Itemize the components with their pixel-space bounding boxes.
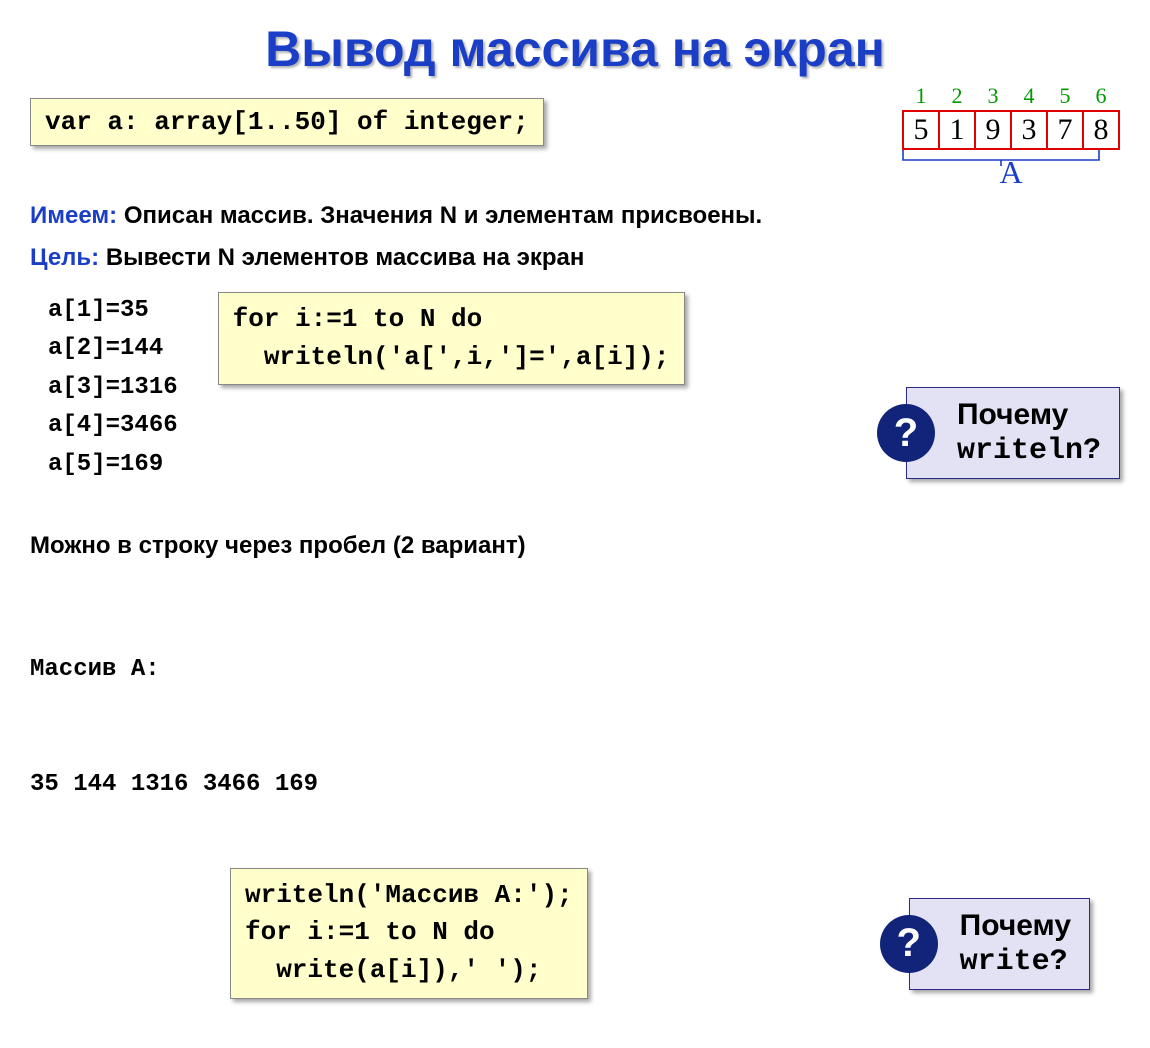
question-mark-icon: ? — [880, 915, 938, 973]
question-mark-icon: ? — [877, 404, 935, 462]
bracket-icon — [901, 148, 1101, 166]
callout-code-text: write? — [960, 945, 1068, 979]
goal-text: Вывести N элементов массива на экран — [106, 244, 585, 271]
array-cell: 8 — [1083, 111, 1119, 149]
callout-text: Почему — [957, 398, 1068, 431]
variant2-heading: Можно в строку через пробел (2 вариант) — [30, 532, 1120, 560]
question-callout-write: ? Почему write? — [909, 898, 1090, 990]
have-line: Имеем: Описан массив. Значения N и элеме… — [30, 202, 1120, 230]
array-cell: 3 — [1011, 111, 1047, 149]
array-cell: 1 — [939, 111, 975, 149]
slide-title: Вывод массива на экран — [30, 20, 1120, 78]
array-index: 3 — [975, 82, 1011, 111]
var-declaration-code: var a: array[1..50] of integer; — [30, 98, 544, 146]
for-loop-write-code: writeln('Массив A:'); for i:=1 to N do w… — [230, 868, 588, 999]
column-output-example: a[1]=35 a[2]=144 a[3]=1316 a[4]=3466 a[5… — [48, 292, 178, 484]
variant2-output-values: 35 144 1316 3466 169 — [30, 766, 1120, 804]
array-index: 4 — [1011, 82, 1047, 111]
have-label: Имеем: — [30, 202, 117, 229]
array-index: 5 — [1047, 82, 1083, 111]
array-cell: 5 — [903, 111, 939, 149]
array-cell: 7 — [1047, 111, 1083, 149]
variant2-output-label: Массив A: — [30, 651, 1120, 689]
goal-label: Цель: — [30, 244, 99, 271]
for-loop-writeln-code: for i:=1 to N do writeln('a[',i,']=',a[i… — [218, 292, 685, 385]
array-visualization: 1 2 3 4 5 6 5 1 9 3 7 8 A — [902, 82, 1120, 192]
array-index: 6 — [1083, 82, 1119, 111]
array-index: 2 — [939, 82, 975, 111]
callout-text: Почему — [960, 909, 1071, 942]
callout-code-text: writeln? — [957, 434, 1101, 468]
goal-line: Цель: Вывести N элементов массива на экр… — [30, 244, 1120, 272]
have-text: Описан массив. Значения N и элементам пр… — [124, 202, 762, 229]
question-callout-writeln: ? Почему writeln? — [906, 387, 1120, 479]
array-index: 1 — [903, 82, 939, 111]
array-cell: 9 — [975, 111, 1011, 149]
